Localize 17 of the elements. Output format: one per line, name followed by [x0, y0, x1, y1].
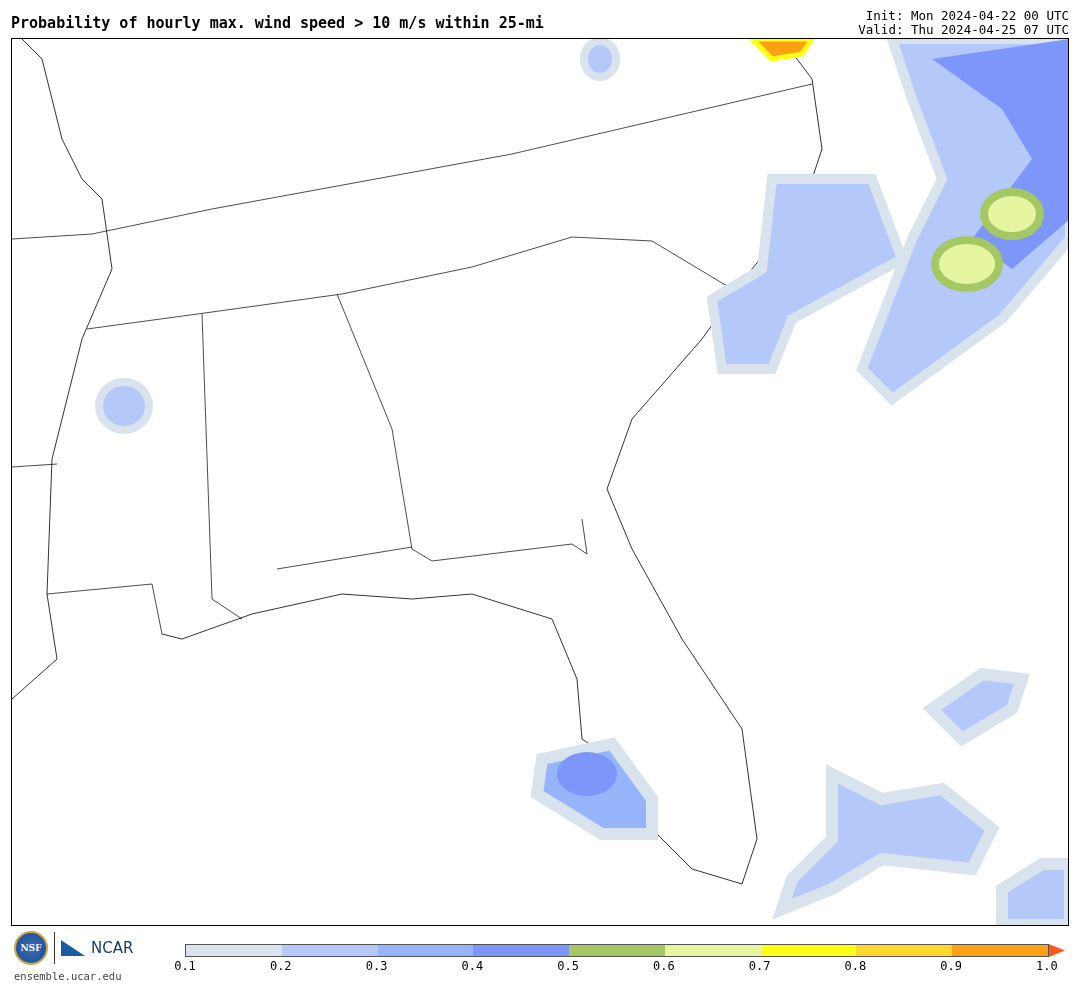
tick-label: 0.9: [939, 959, 963, 973]
chart-title: Probability of hourly max. wind speed > 10 m/s within 25-mi: [11, 14, 544, 34]
ncar-logo: NCAR: [91, 939, 134, 957]
init-time: Init: Mon 2024-04-22 00 UTC: [865, 9, 1069, 23]
tick-label: 0.1: [173, 959, 197, 973]
website-url: ensemble.ucar.edu: [14, 970, 122, 982]
valid-time: Valid: Thu 2024-04-25 07 UTC: [858, 23, 1069, 37]
tick-label: 0.3: [364, 959, 389, 973]
tick-label: 0.5: [556, 959, 580, 973]
triangle-icon: [61, 940, 85, 956]
tick-label: 0.2: [268, 959, 293, 973]
tick-label: 0.8: [843, 959, 868, 973]
nsf-logo: NSF: [14, 931, 48, 965]
tick-label: 0.7: [747, 959, 772, 973]
tick-label: 0.6: [652, 959, 676, 973]
tick-label: 0.4: [460, 959, 485, 973]
tick-label: 1.0: [1035, 959, 1059, 973]
